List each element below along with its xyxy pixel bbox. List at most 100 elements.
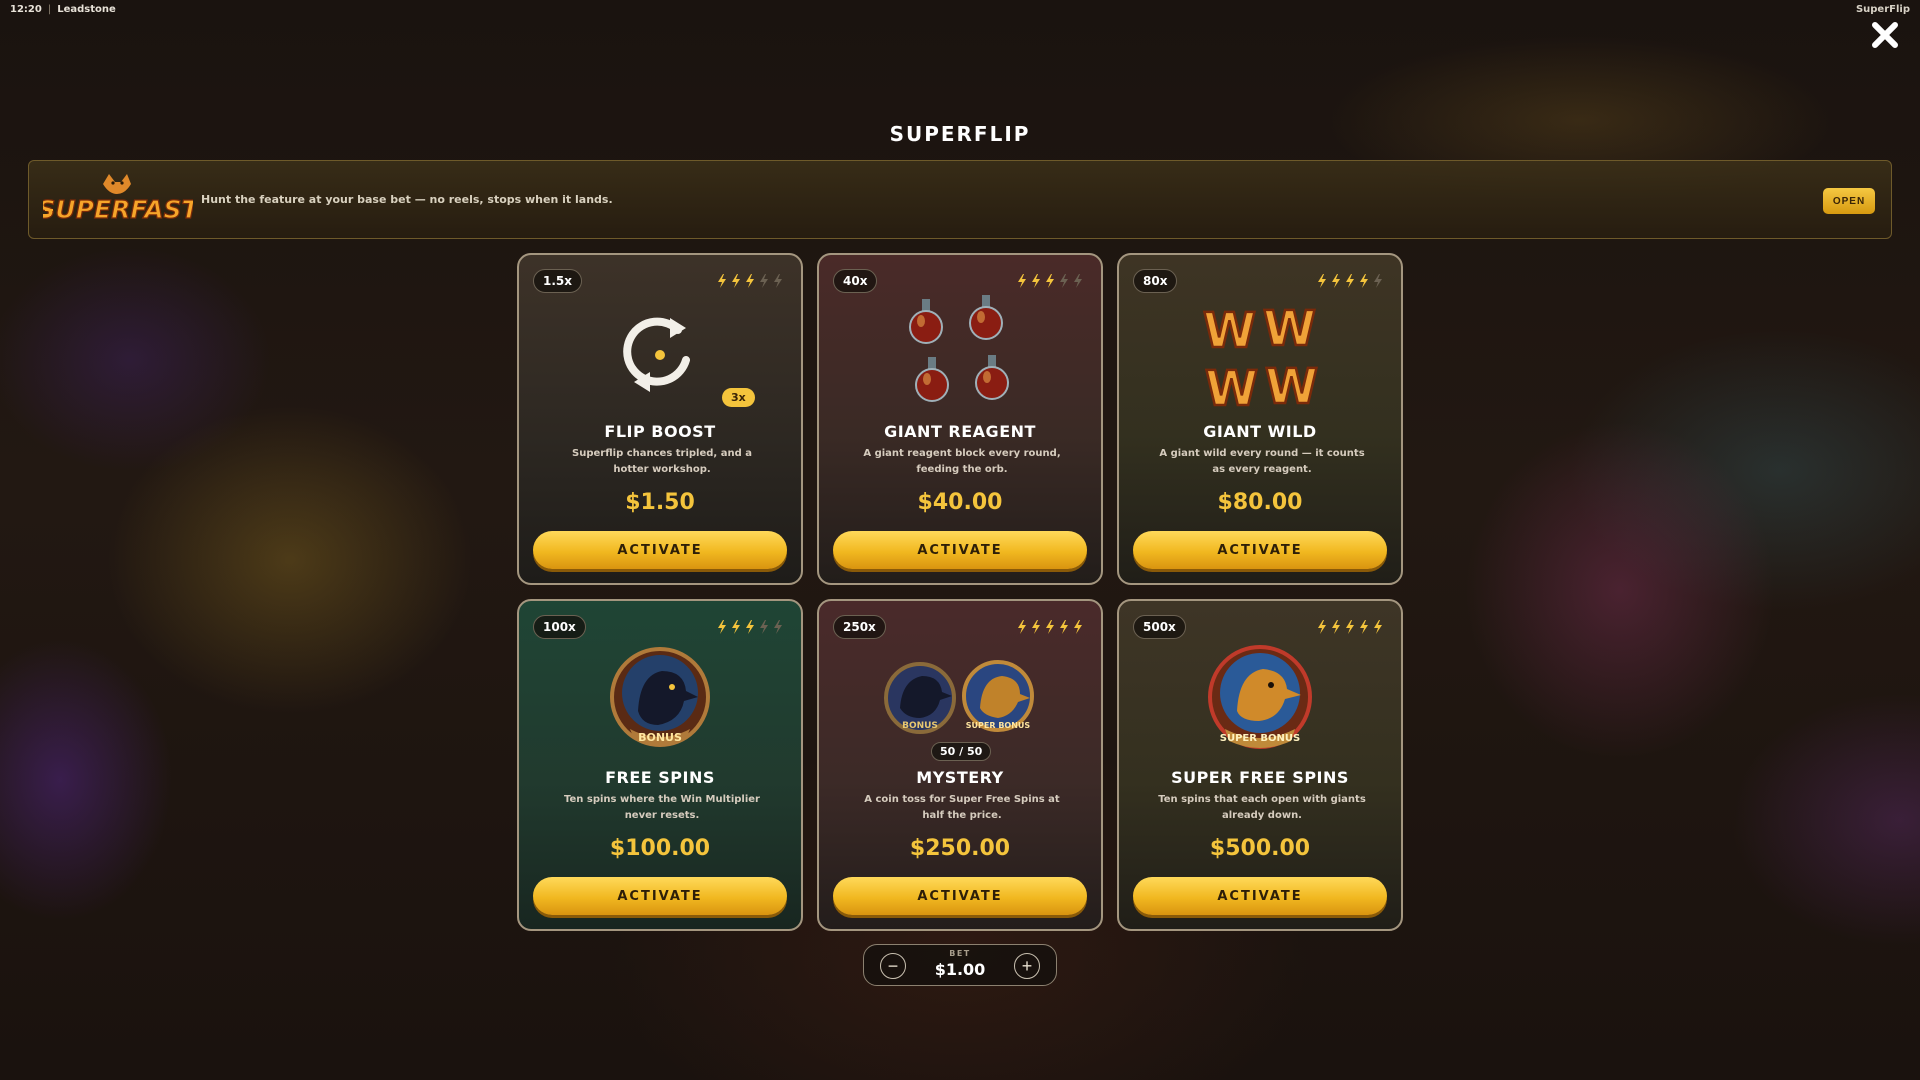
eagle-super-bonus-icon: SUPER BONUS [1119, 641, 1401, 761]
bolt-filled-icon [1018, 620, 1026, 634]
bolt-filled-icon [1346, 620, 1354, 634]
multiplier-badge: 80x [1133, 269, 1178, 293]
rating-bolts [1317, 274, 1383, 288]
banner-text: Hunt the feature at your base bet — no r… [201, 193, 613, 206]
feature-card-flip-boost: 1.5x 3x FLIP BOOST Superflip chances tri… [517, 253, 803, 585]
raven-bonus-icon: BONUS [519, 641, 801, 761]
card-description: A giant wild every round — it counts as … [1159, 448, 1365, 475]
bolt-filled-icon [718, 620, 726, 634]
card-title: GIANT REAGENT [884, 422, 1036, 441]
multiplier-badge: 100x [533, 615, 586, 639]
bolt-filled-icon [718, 274, 726, 288]
bolt-filled-icon [746, 274, 754, 288]
page-title: SUPERFLIP [889, 122, 1031, 146]
activate-button[interactable]: ACTIVATE [1133, 877, 1387, 915]
card-price: $250.00 [909, 836, 1011, 861]
bolt-filled-icon [1060, 620, 1068, 634]
status-bar: 12:20 | Leadstone [10, 4, 116, 15]
bolt-filled-icon [1046, 274, 1054, 288]
card-title: SUPER FREE SPINS [1171, 768, 1349, 787]
card-title: MYSTERY [916, 768, 1004, 787]
multiplier-badge: 1.5x [533, 269, 582, 293]
card-description: A coin toss for Super Free Spins at half… [864, 794, 1060, 821]
activate-button[interactable]: ACTIVATE [833, 531, 1087, 569]
bolt-empty-icon [1374, 274, 1382, 288]
bolt-empty-icon [760, 620, 768, 634]
feature-card-giant-reagent: 40x GIANT REAGENT A giant reagent block … [817, 253, 1103, 585]
rating-bolts [1017, 274, 1083, 288]
rating-bolts [1317, 620, 1383, 634]
bolt-filled-icon [1046, 620, 1054, 634]
bolt-filled-icon [1074, 620, 1082, 634]
bolt-empty-icon [760, 274, 768, 288]
bolt-filled-icon [1360, 620, 1368, 634]
bolt-filled-icon [1374, 620, 1382, 634]
bolt-filled-icon [732, 274, 740, 288]
bolt-filled-icon [1360, 274, 1368, 288]
bonus-label: BONUS [902, 721, 938, 731]
rating-bolts [717, 274, 783, 288]
card-description: Superflip chances tripled, and a hotter … [572, 448, 752, 475]
bet-control: − BET $1.00 + [863, 944, 1057, 986]
feature-card-super-free-spins: 500x SUPER BONUS SUPER FREE SPINS Ten sp… [1117, 599, 1403, 931]
potion-bottles-icon [819, 295, 1101, 415]
wild-letter: W [1203, 303, 1256, 359]
feature-card-free-spins: 100x BONUS FREE SPINS Ten spins where th… [517, 599, 803, 931]
bolt-filled-icon [746, 620, 754, 634]
activate-button[interactable]: ACTIVATE [533, 531, 787, 569]
wild-letter: W [1265, 359, 1318, 415]
bolt-filled-icon [1318, 620, 1326, 634]
super-bonus-label: SUPER BONUS [966, 721, 1031, 730]
app-name: SuperFlip [1855, 4, 1910, 15]
superfast-banner: SUPERFAST Hunt the feature at your base … [28, 160, 1892, 239]
bolt-filled-icon [1032, 274, 1040, 288]
superfast-logo: SUPERFAST [37, 170, 201, 230]
card-description: Ten spins that each open with giants alr… [1158, 794, 1366, 821]
svg-text:SUPERFAST: SUPERFAST [43, 195, 193, 224]
activate-button[interactable]: ACTIVATE [533, 877, 787, 915]
card-price: $40.00 [917, 490, 1003, 515]
multiplier-badge: 500x [1133, 615, 1186, 639]
feature-card-giant-wild: 80x W W W W GIANT WILD A giant wild ever… [1117, 253, 1403, 585]
bolt-filled-icon [1032, 620, 1040, 634]
clock: 12:20 [10, 4, 42, 15]
activate-button[interactable]: ACTIVATE [1133, 531, 1387, 569]
bet-increase-button[interactable]: + [1014, 953, 1040, 979]
bonus-label: BONUS [638, 731, 682, 744]
open-button[interactable]: OPEN [1823, 188, 1875, 214]
status-separator: | [47, 4, 52, 15]
card-title: FREE SPINS [605, 768, 715, 787]
card-title: GIANT WILD [1203, 422, 1317, 441]
boost-chip: 3x [722, 388, 755, 407]
close-icon [1872, 22, 1898, 48]
close-button[interactable] [1868, 18, 1902, 52]
multiplier-badge: 40x [833, 269, 878, 293]
rating-bolts [1017, 620, 1083, 634]
bolt-filled-icon [732, 620, 740, 634]
card-price: $500.00 [1209, 836, 1311, 861]
activate-button[interactable]: ACTIVATE [833, 877, 1087, 915]
feature-grid: 1.5x 3x FLIP BOOST Superflip chances tri… [517, 253, 1403, 931]
bolt-filled-icon [1018, 274, 1026, 288]
bolt-empty-icon [1060, 274, 1068, 288]
multiplier-badge: 250x [833, 615, 886, 639]
wild-symbols-icon: W W W W [1119, 295, 1401, 415]
fifty-fifty-chip: 50 / 50 [931, 742, 992, 761]
card-price: $80.00 [1217, 490, 1303, 515]
refresh-cycle-icon [519, 295, 801, 415]
card-price: $100.00 [609, 836, 711, 861]
user-name: Leadstone [57, 4, 116, 15]
bolt-filled-icon [1346, 274, 1354, 288]
wild-letter: W [1263, 301, 1316, 357]
rating-bolts [717, 620, 783, 634]
card-price: $1.50 [625, 490, 695, 515]
wild-letter: W [1205, 361, 1258, 415]
feature-card-mystery: 250x BONUS SUPER BONUS 50 / 50 MYSTERY A… [817, 599, 1103, 931]
bolt-empty-icon [774, 274, 782, 288]
card-description: Ten spins where the Win Multiplier never… [564, 794, 760, 821]
bolt-empty-icon [774, 620, 782, 634]
bolt-empty-icon [1074, 274, 1082, 288]
card-description: A giant reagent block every round, feedi… [863, 448, 1061, 475]
card-title: FLIP BOOST [604, 422, 716, 441]
bolt-filled-icon [1318, 274, 1326, 288]
